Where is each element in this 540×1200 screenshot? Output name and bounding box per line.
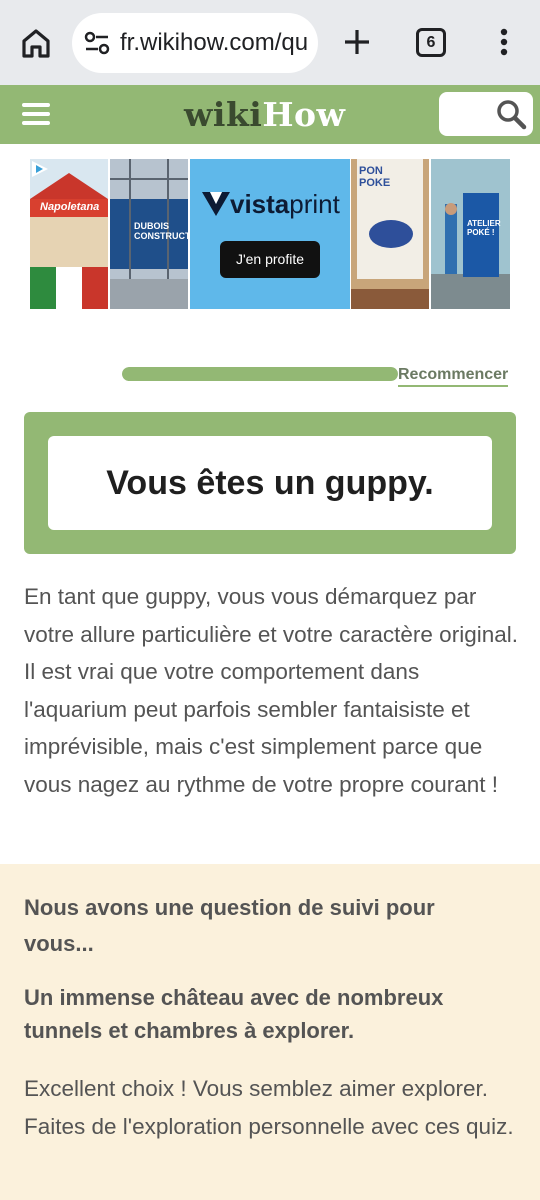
ad-tile2-text: DUBOIS CONSTRUCTION xyxy=(134,221,188,241)
followup-section: Nous avons une question de suivi pour vo… xyxy=(0,864,540,1200)
ad-tile1-text: Napoletana xyxy=(40,201,100,213)
search-icon[interactable] xyxy=(495,98,527,130)
ad-cta-button[interactable]: J'en profite xyxy=(220,241,320,278)
browser-toolbar: fr.wikihow.com/qu 6 xyxy=(0,0,540,85)
result-card: Vous êtes un guppy. xyxy=(48,436,492,530)
ad-stall-illustration xyxy=(30,159,108,309)
ad-vistaprint[interactable]: vistaprint J'en profite xyxy=(190,159,350,309)
followup-body: Excellent choix ! Vous semblez aimer exp… xyxy=(24,1076,514,1139)
ad-banner[interactable]: Napoletana DUBOIS CONSTRUCTION vistaprin… xyxy=(30,159,510,309)
site-settings-icon[interactable] xyxy=(84,31,110,55)
hamburger-icon[interactable] xyxy=(22,103,50,127)
result-description: En tant que guppy, vous vous démarquez p… xyxy=(24,584,518,797)
vistaprint-logo-icon xyxy=(202,192,230,216)
more-vert-icon[interactable] xyxy=(492,24,516,60)
vistaprint-logo: vistaprint xyxy=(202,189,340,220)
address-bar[interactable]: fr.wikihow.com/qu xyxy=(72,13,318,73)
wikihow-logo[interactable]: wikiHow xyxy=(184,95,345,134)
result-title: Vous êtes un guppy. xyxy=(106,464,434,502)
followup-answer: Un immense château avec de nombreux tunn… xyxy=(24,985,444,1043)
quiz-progress-fill xyxy=(122,367,398,381)
logo-how: How xyxy=(262,95,346,134)
vistaprint-word2: print xyxy=(289,189,340,219)
followup-heading: Nous avons une question de suivi pour vo… xyxy=(24,895,435,956)
tab-count: 6 xyxy=(426,34,436,51)
home-icon[interactable] xyxy=(18,25,54,61)
restart-link[interactable]: Recommencer xyxy=(398,366,509,387)
ad-tile4-text: PON POKE xyxy=(359,165,391,189)
ad-image-food-stall[interactable]: Napoletana xyxy=(30,159,108,309)
tab-switcher-icon[interactable]: 6 xyxy=(416,28,446,57)
search-input[interactable] xyxy=(439,92,533,136)
vistaprint-word1: vista xyxy=(230,189,290,219)
ad-image-rollup[interactable]: ATELIER POKÉ ! xyxy=(431,159,510,309)
plus-icon[interactable] xyxy=(340,24,374,60)
ad-image-poster[interactable]: PON POKE xyxy=(351,159,429,309)
ad-image-construction[interactable]: DUBOIS CONSTRUCTION xyxy=(110,159,188,309)
logo-wiki: wiki xyxy=(184,95,263,134)
url-text[interactable]: fr.wikihow.com/qu xyxy=(120,29,308,57)
result-frame: Vous êtes un guppy. xyxy=(24,412,516,554)
site-header: wikiHow xyxy=(0,85,540,144)
ad-tile5-text: ATELIER POKÉ ! xyxy=(467,219,501,237)
quiz-progress-bar xyxy=(122,367,398,381)
